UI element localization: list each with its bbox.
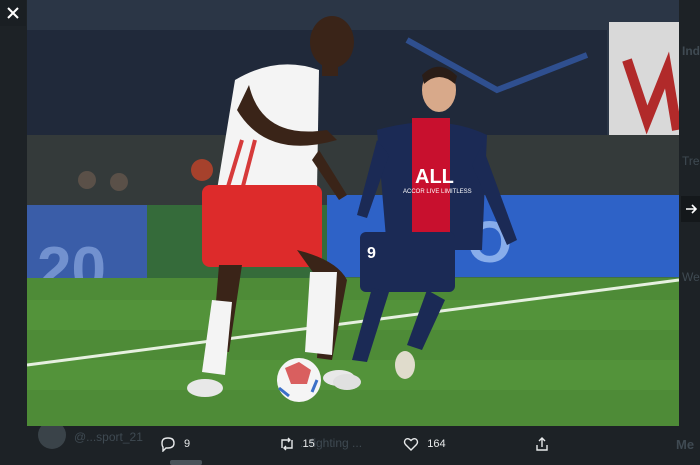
background-right-text-4: Me (676, 437, 695, 452)
background-right-text-1: Ind (682, 44, 700, 58)
svg-text:ALL: ALL (415, 166, 454, 188)
football-scene: 20 O ALL ACCOR LIVE LIMITLESS 9 (27, 0, 679, 426)
reply-button[interactable]: 9 (160, 436, 190, 452)
svg-text:ACCOR LIVE LIMITLESS: ACCOR LIVE LIMITLESS (403, 189, 472, 195)
like-count: 164 (427, 438, 446, 450)
background-handle: @...sport_21 (74, 430, 143, 444)
retweet-button[interactable]: 15 (279, 436, 315, 452)
reply-icon (161, 437, 175, 452)
close-button[interactable] (0, 0, 26, 26)
tweet-photo[interactable]: 20 O ALL ACCOR LIVE LIMITLESS 9 (27, 0, 679, 426)
like-button[interactable]: 164 (403, 436, 446, 452)
football (277, 358, 321, 402)
close-icon (7, 7, 19, 19)
retweet-count: 15 (302, 438, 315, 450)
like-icon (404, 438, 419, 451)
reply-count: 9 (184, 438, 191, 450)
tweet-action-bar: 9 15 164 (160, 428, 550, 460)
share-button[interactable] (534, 436, 550, 452)
svg-text:9: 9 (367, 245, 376, 262)
scrollbar-thumb[interactable] (170, 460, 202, 465)
background-right-text-3: We (682, 270, 700, 284)
arrow-right-icon (685, 204, 697, 214)
share-icon (536, 437, 548, 451)
next-media-button[interactable] (681, 196, 700, 222)
retweet-icon (280, 437, 293, 451)
background-right-text-2: Tre (682, 154, 700, 168)
media-viewer: @...sport_21 ...fighting ... Ind Tre We … (0, 0, 700, 465)
